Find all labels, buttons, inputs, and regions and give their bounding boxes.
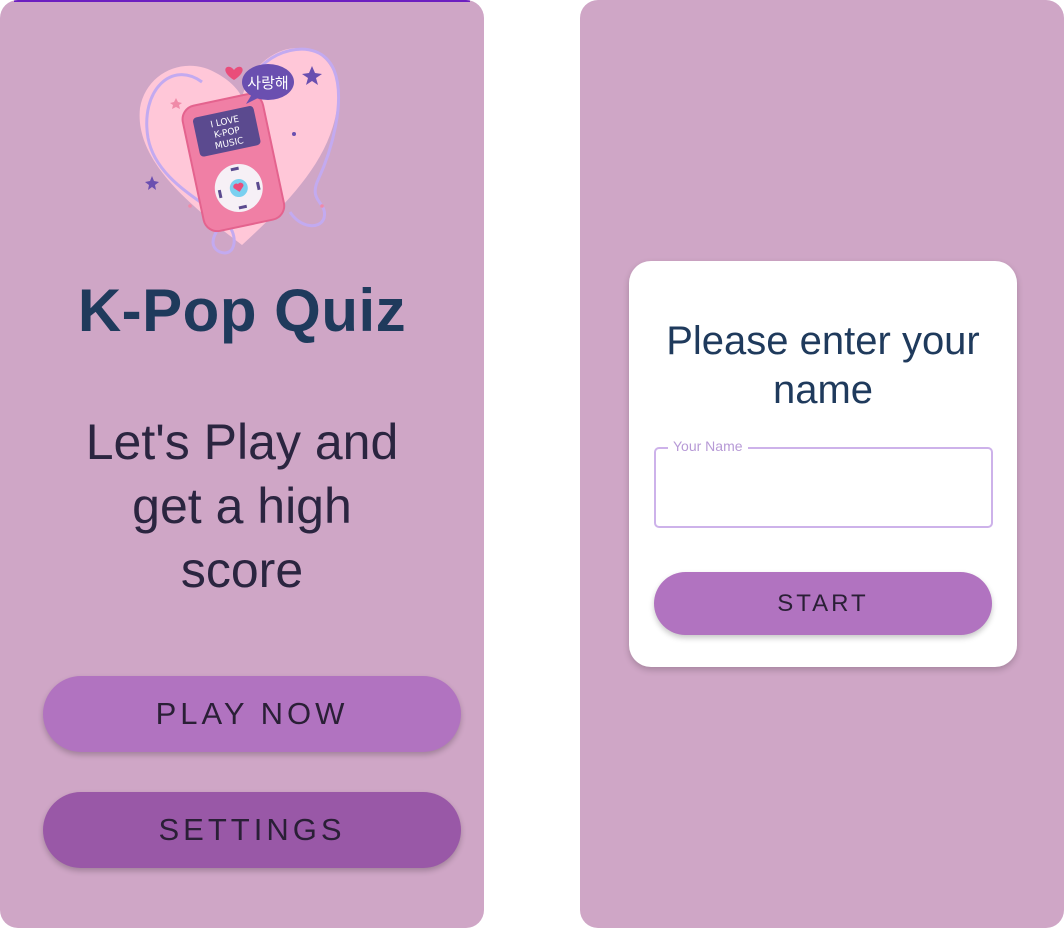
name-prompt-line: Please enter your <box>666 319 980 363</box>
home-screen: I LOVE K-POP MUSIC 사랑해 K-Pop Quiz Let's … <box>0 0 484 928</box>
tagline-line: get a high <box>132 478 352 534</box>
tagline: Let's Play and get a high score <box>30 410 454 602</box>
settings-button[interactable]: SETTINGS <box>43 792 461 868</box>
name-prompt-line: name <box>772 368 874 412</box>
kpop-player-illustration: I LOVE K-POP MUSIC 사랑해 <box>139 47 341 255</box>
speech-bubble-text: 사랑해 <box>247 74 288 92</box>
name-entry-card: Please enter your name Your Name START <box>629 261 1017 667</box>
status-accent-line <box>14 0 470 2</box>
start-button[interactable]: START <box>654 572 992 635</box>
app-title: K-Pop Quiz <box>77 277 407 344</box>
tagline-line: Let's Play and <box>85 414 399 470</box>
name-input[interactable] <box>656 449 991 526</box>
name-prompt-title: Please enter your name <box>629 317 1017 415</box>
tagline-line: score <box>180 542 304 598</box>
name-entry-screen: Please enter your name Your Name START <box>580 0 1064 928</box>
play-now-button[interactable]: PLAY NOW <box>43 676 461 752</box>
name-field: Your Name <box>654 438 993 528</box>
